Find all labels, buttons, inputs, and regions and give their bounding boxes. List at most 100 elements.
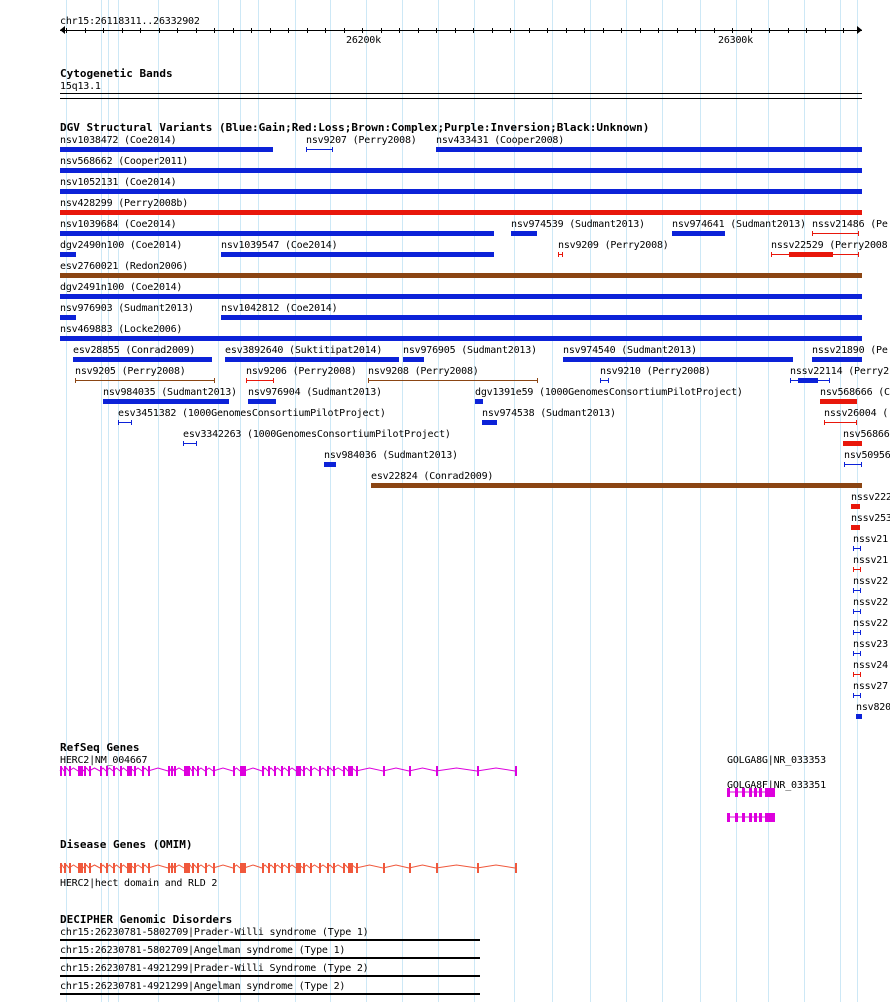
herc2-gene-model-exon	[84, 766, 86, 776]
decipher-disorder-label[interactable]: chr15:26230781-4921299|Angelman syndrome…	[60, 981, 345, 992]
herc2-gene-model-exon	[333, 766, 335, 776]
ruler-tick	[344, 28, 345, 33]
herc2-gene-model-exon	[134, 766, 136, 776]
ruler-tick	[122, 28, 123, 33]
ruler-tick	[547, 28, 548, 33]
omim-herc2-gene-model-exon	[281, 863, 283, 873]
omim-herc2-gene-model-exon	[319, 863, 321, 873]
golga8f-exon	[742, 813, 745, 822]
ruler-tick	[603, 28, 604, 33]
ruler-tick	[566, 28, 567, 33]
ruler-tick	[103, 28, 104, 33]
golga8f-exon	[765, 813, 775, 822]
decipher-disorder-label[interactable]: chr15:26230781-4921299|Prader-Willi Synd…	[60, 963, 369, 974]
herc2-gene-model-exon	[477, 766, 479, 776]
omim-herc2-gene-model-exon	[213, 863, 215, 873]
ruler-tick	[307, 28, 308, 33]
herc2-gene-model-exon	[303, 766, 305, 776]
golga8g-exon	[759, 788, 762, 797]
omim-herc2-gene-model-exon	[477, 863, 479, 873]
decipher-disorder-bar[interactable]	[60, 975, 480, 977]
omim-herc2-gene-model-exon	[348, 863, 353, 873]
ruler-tick	[362, 28, 363, 33]
omim-herc2-gene-model-exon	[192, 863, 194, 873]
ruler-tick	[270, 28, 271, 33]
herc2-gene-model-exon	[343, 766, 345, 776]
ruler-tick	[695, 28, 696, 33]
omim-herc2-gene-model-exon	[174, 863, 176, 873]
decipher-disorder-bar[interactable]	[60, 993, 480, 995]
omim-herc2-gene-model-exon	[409, 863, 411, 873]
golga8f-exon	[735, 813, 738, 822]
herc2-gene-model-exon	[60, 766, 62, 776]
omim-herc2-gene-model-exon	[60, 863, 62, 873]
ruler-tick	[455, 28, 456, 33]
ruler-tick	[233, 28, 234, 33]
ruler-tick	[325, 28, 326, 33]
omim-herc2-gene-model-exon	[148, 863, 150, 873]
ruler-tick	[825, 28, 826, 33]
decipher-disorder-bar[interactable]	[60, 939, 480, 941]
genome-browser-panel: chr15:26118311..26332902 26200k 26300k C…	[0, 0, 890, 1002]
herc2-gene-model-exon	[296, 766, 301, 776]
decipher-disorder-label[interactable]: chr15:26230781-5802709|Angelman syndrome…	[60, 945, 345, 956]
ruler-tick	[66, 28, 67, 33]
ruler-tick	[788, 28, 789, 33]
herc2-gene-model-exon	[268, 766, 270, 776]
herc2-gene-model-exon	[78, 766, 83, 776]
ruler-tick	[436, 28, 437, 33]
omim-herc2-gene-model-exon	[233, 863, 235, 873]
herc2-gene-model-exon	[244, 766, 246, 776]
herc2-gene-model-exon	[106, 766, 108, 776]
omim-herc2-gene-model-exon	[288, 863, 290, 873]
golga8g-exon	[754, 788, 757, 797]
omim-herc2-gene-model-exon	[310, 863, 312, 873]
ruler-tick	[288, 28, 289, 33]
omim-herc2-gene-model-exon	[436, 863, 438, 873]
omim-herc2-gene-model-exon	[303, 863, 305, 873]
omim-herc2-gene-model-exon	[134, 863, 136, 873]
omim-herc2-gene-model-exon	[78, 863, 83, 873]
herc2-gene-model-exon	[436, 766, 438, 776]
ruler-tick	[196, 28, 197, 33]
herc2-gene-model-exon	[262, 766, 264, 776]
herc2-gene-model-exon	[171, 766, 173, 776]
herc2-gene-model-exon	[288, 766, 290, 776]
herc2-gene-model-exon	[174, 766, 176, 776]
ruler-tick	[584, 28, 585, 33]
herc2-gene-model-exon	[515, 766, 517, 776]
omim-herc2-gene-model-exon	[356, 863, 358, 873]
herc2-gene-model-exon	[197, 766, 199, 776]
omim-herc2-gene-model-exon	[106, 863, 108, 873]
omim-herc2-gene-model-exon	[383, 863, 385, 873]
omim-herc2-gene-model-exon	[333, 863, 335, 873]
ruler-tick	[510, 28, 511, 33]
decipher-disorder-label[interactable]: chr15:26230781-5802709|Prader-Willi synd…	[60, 927, 369, 938]
omim-herc2-gene-model-exon	[268, 863, 270, 873]
ruler-tick	[732, 28, 733, 33]
omim-herc2-gene-model-exon	[205, 863, 207, 873]
omim-herc2-gene-model-exon	[244, 863, 246, 873]
omim-gene-label[interactable]: HERC2|hect domain and RLD 2	[60, 878, 217, 889]
omim-herc2-gene-model-exon	[515, 863, 517, 873]
ruler-tick	[159, 28, 160, 33]
ruler-tick	[529, 28, 530, 33]
omim-herc2-gene-model-exon	[100, 863, 102, 873]
herc2-gene-model-exon	[69, 766, 71, 776]
herc2-gene-model-exon	[89, 766, 91, 776]
herc2-gene-model-exon	[113, 766, 115, 776]
decipher-disorder-bar[interactable]	[60, 957, 480, 959]
golga8f-exon	[759, 813, 762, 822]
herc2-gene-model-exon	[192, 766, 194, 776]
ruler-tick	[621, 28, 622, 33]
omim-herc2-gene-model-exon	[113, 863, 115, 873]
omim-herc2-gene-model-exon	[327, 863, 329, 873]
omim-herc2-gene-model-exon	[168, 863, 170, 873]
omim-herc2-gene-model-exon	[69, 863, 71, 873]
golga8f-exon	[727, 813, 730, 822]
omim-herc2-gene-model-exon	[171, 863, 173, 873]
ruler-tick	[399, 28, 400, 33]
omim-herc2-gene-model-exon	[127, 863, 132, 873]
herc2-gene-model-exon	[188, 766, 190, 776]
golga8f-exon	[749, 813, 752, 822]
